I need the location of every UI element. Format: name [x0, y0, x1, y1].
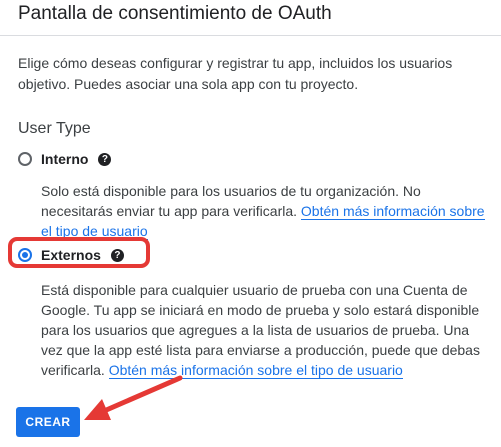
- annotation-arrow-icon: [84, 375, 183, 420]
